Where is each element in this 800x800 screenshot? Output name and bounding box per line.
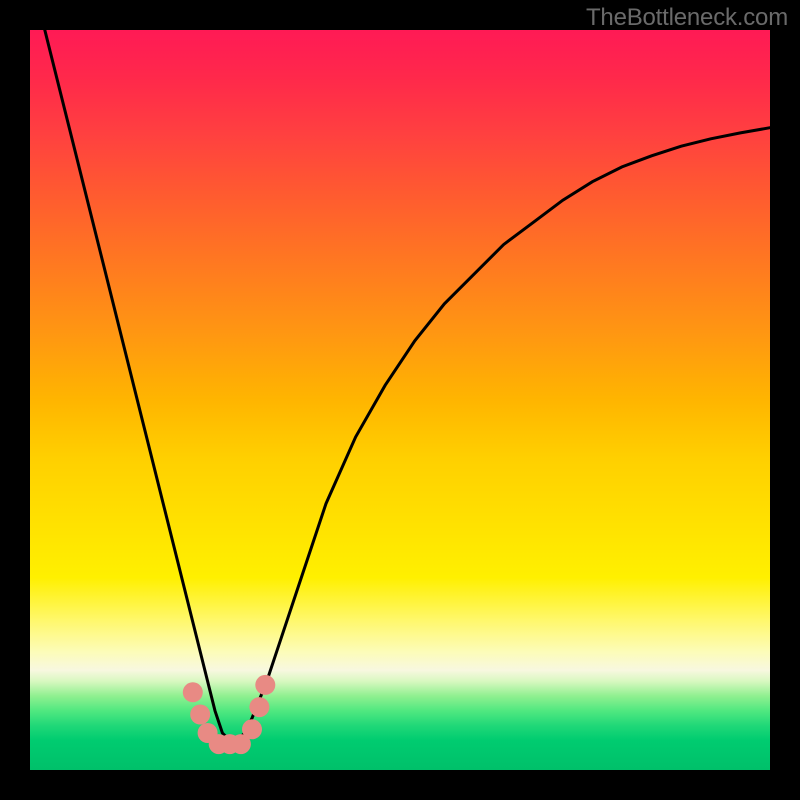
attribution-text: TheBottleneck.com [586,4,788,32]
curve-marker [190,705,210,725]
chart-frame: TheBottleneck.com [0,0,800,800]
curve-svg [30,30,770,770]
curve-marker [249,697,269,717]
curve-marker [242,719,262,739]
curve-marker [255,675,275,695]
marker-group [183,675,275,754]
curve-marker [183,682,203,702]
bottleneck-curve [45,30,770,740]
plot-area [30,30,770,770]
